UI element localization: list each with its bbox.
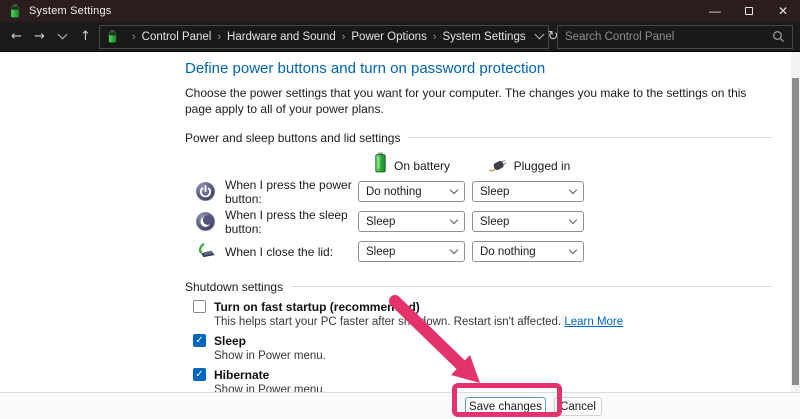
row-label-close-lid: When I close the lid: (225, 245, 358, 259)
sleep-button-icon (195, 211, 216, 232)
option-label: Sleep (214, 334, 246, 348)
option-description: This helps start your PC faster after sh… (214, 316, 772, 328)
page-intro: Choose the power settings that you want … (185, 86, 767, 118)
chevron-down-icon (450, 246, 458, 254)
breadcrumb-power-options[interactable]: Power Options (351, 31, 426, 43)
recent-pages-dropdown[interactable] (51, 25, 74, 49)
settings-page: Define power buttons and turn on passwor… (0, 52, 790, 392)
breadcrumb-separator: › (341, 31, 347, 43)
vertical-scrollbar[interactable] (791, 52, 800, 392)
row-label-sleep-button: When I press the sleep button: (225, 208, 358, 236)
option-label: Turn on fast startup (recommended) (214, 300, 420, 314)
option-description: Show in Power menu. (214, 350, 772, 362)
forward-button[interactable]: → (28, 25, 51, 49)
maximize-button[interactable] (732, 0, 766, 22)
checkbox-sleep[interactable] (193, 334, 206, 347)
chevron-down-icon (58, 30, 68, 40)
breadcrumb-hardware-and-sound[interactable]: Hardware and Sound (227, 31, 336, 43)
dropdown-sleep-button-plugged-in[interactable]: Sleep (472, 211, 584, 232)
location-battery-icon (106, 30, 119, 43)
maximize-icon (745, 7, 753, 15)
up-button[interactable]: ↑ (74, 25, 97, 49)
lid-close-icon (195, 241, 216, 262)
scrollbar-thumb[interactable] (792, 78, 799, 385)
cancel-button[interactable]: Cancel (554, 397, 602, 416)
battery-icon (373, 152, 388, 173)
page-title: Define power buttons and turn on passwor… (185, 60, 772, 77)
row-label-power-button: When I press the power button: (225, 178, 358, 206)
minimize-button[interactable]: — (698, 0, 732, 22)
plug-icon (486, 157, 508, 173)
dropdown-power-button-plugged-in[interactable]: Sleep (472, 181, 584, 202)
option-fast-startup: Turn on fast startup (recommended) This … (193, 300, 772, 328)
column-header-plugged-in: Plugged in (472, 147, 584, 177)
shutdown-section-label: Shutdown settings (185, 280, 772, 294)
breadcrumb-separator: › (131, 31, 137, 43)
footer-bar: Save changes Cancel (0, 392, 800, 419)
breadcrumb-separator: › (216, 31, 222, 43)
breadcrumb-control-panel[interactable]: Control Panel (142, 31, 212, 43)
power-button-icon (195, 181, 216, 202)
chevron-down-icon (569, 246, 577, 254)
column-header-on-battery: On battery (358, 147, 465, 177)
close-button[interactable]: ✕ (766, 0, 800, 22)
option-sleep: Sleep Show in Power menu. (193, 334, 772, 362)
chevron-down-icon (534, 30, 544, 40)
breadcrumb-system-settings[interactable]: System Settings (443, 31, 526, 43)
back-button[interactable]: ← (5, 25, 28, 49)
address-dropdown-button[interactable] (536, 26, 543, 48)
dropdown-close-lid-plugged-in[interactable]: Do nothing (472, 241, 584, 262)
dropdown-close-lid-on-battery[interactable]: Sleep (358, 241, 465, 262)
power-settings-grid: On battery Plugged in When I press the p… (185, 147, 772, 267)
dropdown-power-button-on-battery[interactable]: Do nothing (358, 181, 465, 202)
chevron-down-icon (569, 186, 577, 194)
window-controls: — ✕ (698, 0, 800, 22)
checkbox-fast-startup[interactable] (193, 300, 206, 313)
checkbox-hibernate[interactable] (193, 368, 206, 381)
address-bar[interactable]: › Control Panel › Hardware and Sound › P… (99, 25, 549, 49)
navigation-toolbar: ← → ↑ › Control Panel › Hardware and Sou… (0, 22, 800, 52)
search-icon (772, 30, 785, 43)
power-section-label: Power and sleep buttons and lid settings (185, 131, 772, 145)
option-label: Hibernate (214, 368, 269, 382)
breadcrumb-separator: › (432, 31, 438, 43)
app-battery-icon (8, 4, 22, 18)
window-title: System Settings (29, 5, 111, 17)
dropdown-sleep-button-on-battery[interactable]: Sleep (358, 211, 465, 232)
search-input[interactable] (565, 31, 772, 43)
search-box[interactable] (557, 25, 793, 49)
chevron-down-icon (569, 216, 577, 224)
chevron-down-icon (450, 216, 458, 224)
save-changes-button[interactable]: Save changes (465, 397, 546, 416)
titlebar: System Settings — ✕ (0, 0, 800, 22)
chevron-down-icon (450, 186, 458, 194)
learn-more-link[interactable]: Learn More (564, 316, 623, 328)
